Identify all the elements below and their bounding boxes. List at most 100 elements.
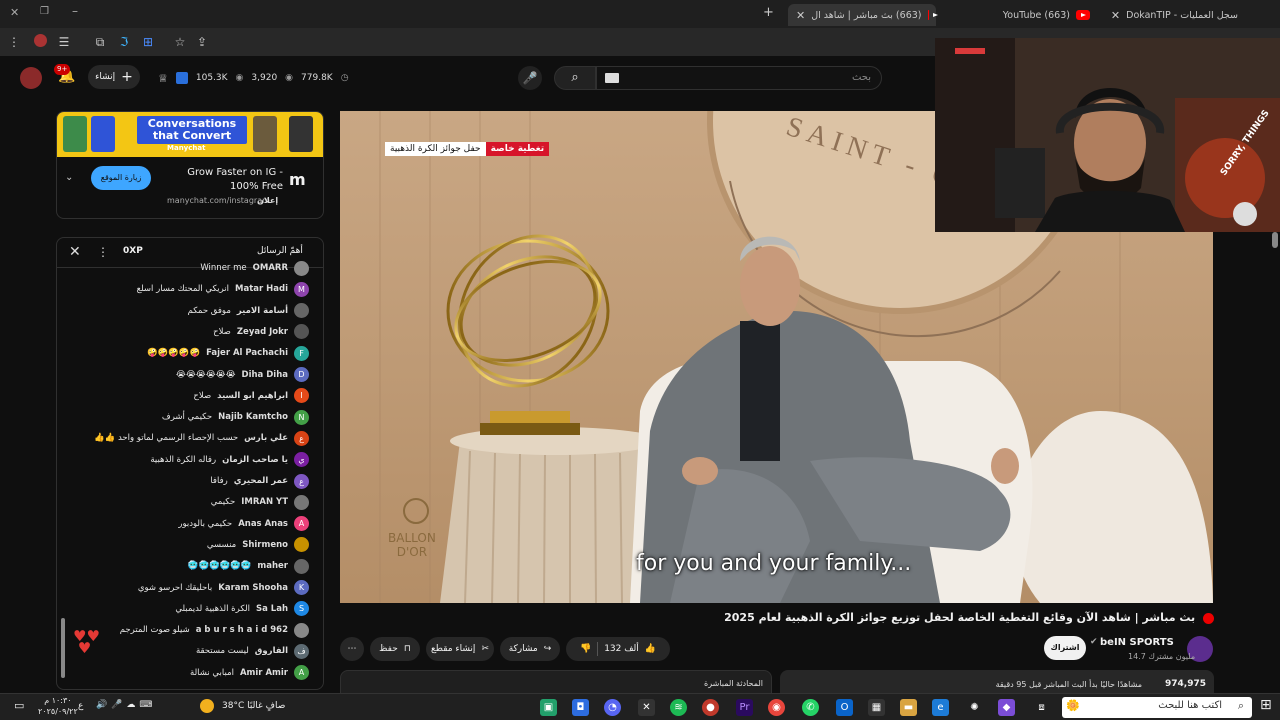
restore-window-icon[interactable]: ❐ bbox=[40, 6, 49, 17]
chevron-down-icon[interactable]: ⌄ bbox=[65, 172, 73, 183]
chat-author[interactable]: يا صاحب الزمان bbox=[222, 455, 288, 465]
chat-avatar[interactable]: I bbox=[294, 388, 309, 404]
chat-avatar[interactable] bbox=[294, 260, 309, 276]
page-scrollbar[interactable] bbox=[1272, 232, 1278, 248]
recorder-icon[interactable]: ● bbox=[702, 699, 719, 716]
capcut-icon[interactable]: ✕ bbox=[638, 699, 655, 716]
chat-message[interactable]: IMRAN YT حكيمي bbox=[211, 492, 309, 512]
chat-avatar[interactable] bbox=[294, 558, 309, 574]
new-tab-button[interactable]: + bbox=[763, 5, 774, 20]
profile-avatar-icon[interactable] bbox=[32, 34, 48, 50]
chat-message[interactable]: S Sa Lah الكرة الذهبية لديمبلي bbox=[175, 599, 309, 619]
clip-button[interactable]: إنشاء مقطع ✂ bbox=[426, 637, 494, 661]
chat-author[interactable]: الفاروق bbox=[255, 646, 288, 656]
copilot-icon[interactable]: ◆ bbox=[998, 699, 1015, 716]
bookmark-star-icon[interactable]: ☆ bbox=[172, 34, 188, 50]
whatsapp-icon[interactable]: ✆ bbox=[802, 699, 819, 716]
chat-avatar[interactable]: ي bbox=[294, 452, 309, 468]
chat-avatar[interactable]: A bbox=[294, 665, 309, 681]
chat-message[interactable]: N Najib Kamtcho حكيمي أشرف bbox=[162, 407, 309, 427]
ad-headline[interactable]: Grow Faster on IG - 100% Free bbox=[157, 166, 283, 194]
file-explorer-icon[interactable]: ▬ bbox=[900, 699, 917, 716]
chat-author[interactable]: Karam Shooha bbox=[218, 583, 288, 593]
chat-message[interactable]: D Diha Diha 😭😭😭😭😭😭 bbox=[176, 365, 309, 385]
subscribe-button[interactable]: اشتراك bbox=[1044, 636, 1086, 660]
chat-author[interactable]: علي بارس bbox=[244, 433, 288, 443]
chatgpt-icon[interactable]: ✺ bbox=[966, 699, 983, 716]
chat-message[interactable]: maher 🥶🥶🥶🥶🥶🥶 bbox=[188, 556, 309, 576]
more-actions-button[interactable]: ⋯ bbox=[340, 637, 364, 661]
google-translate-icon[interactable]: ⊞ bbox=[140, 34, 156, 50]
chat-message[interactable]: I ابراهيم ابو السيد صلاح bbox=[193, 386, 309, 406]
chat-message[interactable]: Shirmeno منسسي bbox=[207, 535, 309, 555]
chat-author[interactable]: ابراهيم ابو السيد bbox=[217, 391, 288, 401]
search-button[interactable]: ⌕ bbox=[554, 66, 596, 90]
discord-icon[interactable]: ◔ bbox=[604, 699, 621, 716]
chat-author[interactable]: Fajer Al Pachachi bbox=[206, 348, 288, 358]
chat-avatar[interactable] bbox=[294, 494, 309, 510]
system-tray-icons[interactable]: 🔊🎤☁⌨ bbox=[96, 700, 156, 710]
chat-message[interactable]: Zeyad Jokr صلاح bbox=[213, 322, 309, 342]
voice-search-button[interactable]: 🎤 bbox=[518, 66, 542, 90]
chat-avatar[interactable] bbox=[294, 324, 309, 340]
channel-name[interactable]: beIN SPORTS bbox=[1100, 637, 1174, 648]
chat-author[interactable]: maher bbox=[257, 561, 288, 571]
ad-card[interactable]: Conversations that Convert Manychat ⌄ زي… bbox=[56, 111, 324, 219]
chat-author[interactable]: Diha Diha bbox=[242, 370, 288, 380]
chat-avatar[interactable]: A bbox=[294, 516, 309, 532]
chat-message[interactable]: أسامة الامير موفق حمكم bbox=[188, 301, 309, 321]
outlook-icon[interactable]: O bbox=[836, 699, 853, 716]
dislike-icon[interactable]: 👎 bbox=[580, 644, 591, 654]
close-window-icon[interactable]: ✕ bbox=[10, 6, 19, 19]
chat-avatar[interactable] bbox=[294, 537, 309, 553]
extension-icon[interactable]: ☰ bbox=[56, 34, 72, 50]
spotify-icon[interactable]: ≋ bbox=[670, 699, 687, 716]
chat-avatar[interactable]: ع bbox=[294, 430, 309, 446]
chat-menu-icon[interactable]: ⋮ bbox=[97, 245, 109, 259]
chat-message[interactable]: A Anas Anas حكيمي بالودبور bbox=[178, 514, 309, 534]
close-chat-icon[interactable]: ✕ bbox=[69, 244, 81, 260]
weather-text[interactable]: 38°C صافٍ غالبًا bbox=[222, 701, 285, 711]
premiere-icon[interactable]: Pr bbox=[736, 699, 753, 716]
chat-author[interactable]: أسامة الامير bbox=[237, 306, 288, 316]
search-input[interactable]: بحث bbox=[596, 66, 882, 90]
chat-author[interactable]: IMRAN YT bbox=[241, 497, 288, 507]
save-button[interactable]: حفظ ⊓ bbox=[370, 637, 420, 661]
chat-author[interactable]: Shirmeno bbox=[242, 540, 288, 550]
chat-author[interactable]: Zeyad Jokr bbox=[237, 327, 288, 337]
chat-message[interactable]: A Amir Amir امبابي نشالة bbox=[190, 663, 309, 683]
create-button[interactable]: إنشاء + bbox=[88, 65, 140, 89]
chat-avatar[interactable]: ع bbox=[294, 473, 309, 489]
taskbar-search-input[interactable]: اكتب هنا للبحث ⌕ 🌼 bbox=[1062, 697, 1252, 718]
chat-message[interactable]: ع علي بارس حسب الإحصاء الرسمي لماتو واحد 👍… bbox=[94, 428, 309, 448]
visit-site-button[interactable]: زيارة الموقع bbox=[91, 166, 151, 190]
close-tab-icon[interactable]: ✕ bbox=[1111, 9, 1120, 22]
tab-live-stream[interactable]: (663) بث مباشر | شاهد ال ✕ bbox=[788, 4, 938, 26]
chat-avatar[interactable]: D bbox=[294, 367, 309, 382]
chat-mode-dropdown[interactable]: أهمّ الرسائل bbox=[257, 246, 303, 256]
chat-author[interactable]: Sa Lah bbox=[256, 604, 288, 614]
task-view-icon[interactable]: ⧈ bbox=[1033, 699, 1050, 716]
notes-icon[interactable]: ◘ bbox=[572, 699, 589, 716]
menu-dots-icon[interactable]: ⋮ bbox=[6, 34, 22, 50]
chat-avatar[interactable]: N bbox=[294, 409, 309, 425]
chat-author[interactable]: Anas Anas bbox=[238, 519, 288, 529]
share-page-icon[interactable]: ⇪ bbox=[194, 34, 210, 50]
chat-message[interactable]: ف الفاروق ليست مستحقة bbox=[196, 641, 309, 661]
chat-message[interactable]: ي يا صاحب الزمان رفاله الكرة الذهبية bbox=[150, 450, 309, 470]
app-icon[interactable]: ▣ bbox=[540, 699, 557, 716]
keyboard-icon[interactable] bbox=[605, 73, 619, 83]
chat-message[interactable]: F Fajer Al Pachachi 🤪🤪🤪🤪🤪 bbox=[147, 343, 309, 363]
translate-extension-icon[interactable]: ℑ bbox=[116, 34, 132, 50]
chat-author[interactable]: Matar Hadi bbox=[235, 284, 288, 294]
chat-avatar[interactable]: ف bbox=[294, 643, 309, 659]
points-badge[interactable]: 0XP bbox=[123, 246, 143, 256]
clock[interactable]: ١٠:٣٠ م ٢٠٢٥/٠٩/٢٢ bbox=[38, 695, 78, 717]
minimize-window-icon[interactable]: – bbox=[72, 4, 78, 18]
chat-message[interactable]: a b u r s h a i d 962 شيلو صوت المترجم bbox=[120, 620, 309, 640]
chat-author[interactable]: OMARR bbox=[253, 263, 288, 273]
chat-avatar[interactable]: M bbox=[294, 281, 309, 297]
tab-dokantip[interactable]: سجل العمليات - DokanTIP ✕ bbox=[1104, 4, 1252, 26]
heart-reaction-icon[interactable]: ♥♥ ♥ bbox=[73, 629, 100, 656]
notification-center-icon[interactable]: ▭ bbox=[14, 699, 24, 712]
